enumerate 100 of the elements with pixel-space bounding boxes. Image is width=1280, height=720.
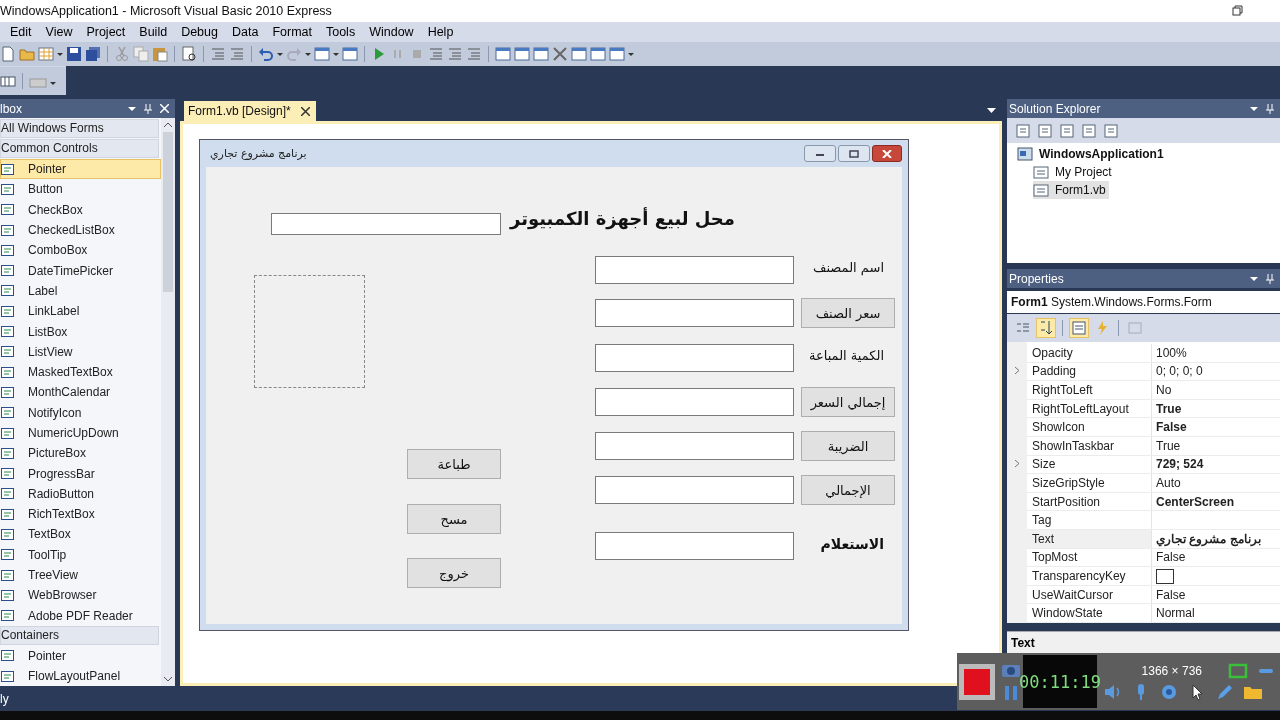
text-field[interactable]: [595, 432, 794, 460]
property-row[interactable]: TransparencyKey: [1027, 567, 1280, 586]
scrollbar[interactable]: [161, 118, 175, 686]
minimize-button[interactable]: [804, 145, 836, 162]
menu-item[interactable]: Format: [272, 25, 320, 39]
toolbox-item[interactable]: RadioButton: [0, 483, 161, 505]
property-value[interactable]: Auto: [1156, 475, 1181, 490]
form-button[interactable]: مسح: [407, 504, 501, 534]
property-value[interactable]: False: [1156, 420, 1187, 435]
text-field[interactable]: [595, 299, 794, 327]
form-button[interactable]: سعر الصنف: [801, 298, 895, 328]
dropdown-caret-icon[interactable]: [1250, 274, 1258, 283]
document-tab[interactable]: Form1.vb [Design]*: [184, 101, 316, 121]
toolbox-item[interactable]: Adobe PDF Reader: [0, 605, 161, 626]
toolbar-window-icon[interactable]: [1103, 122, 1119, 139]
property-value[interactable]: False: [1156, 587, 1186, 602]
alphabetical-button[interactable]: [1036, 318, 1056, 338]
text-field[interactable]: [595, 256, 794, 284]
property-row[interactable]: RightToLeft No: [1027, 381, 1280, 400]
menu-item[interactable]: Build: [139, 25, 176, 39]
tree-item[interactable]: WindowsApplication1: [1017, 145, 1167, 163]
form-button[interactable]: طباعة: [407, 449, 501, 479]
toolbox-item[interactable]: NotifyIcon: [0, 402, 161, 423]
property-row[interactable]: WindowState Normal: [1027, 604, 1280, 623]
toolbox-item[interactable]: ListView: [0, 341, 161, 362]
menu-item[interactable]: Tools: [325, 25, 364, 39]
toolbox-item[interactable]: RichTextBox: [0, 504, 161, 525]
property-value[interactable]: No: [1156, 383, 1172, 397]
window-icon[interactable]: [533, 46, 549, 62]
clipboard-icon[interactable]: [152, 46, 168, 62]
pin-icon[interactable]: [1266, 273, 1274, 284]
window-icon[interactable]: [590, 46, 606, 62]
grid-icon[interactable]: [0, 73, 16, 89]
toolbox-category[interactable]: Common Controls: [0, 139, 159, 158]
toolbox-item[interactable]: ToolTip: [0, 544, 161, 565]
property-row[interactable]: UseWaitCursor False: [1027, 585, 1280, 605]
document-icon[interactable]: [181, 46, 197, 62]
dropdown-caret-icon[interactable]: [1250, 104, 1258, 113]
toolbox-item[interactable]: CheckedListBox: [0, 219, 161, 241]
pin-icon[interactable]: [144, 103, 152, 114]
menu-item[interactable]: Project: [86, 25, 134, 39]
maximize-button[interactable]: [838, 145, 870, 162]
scroll-up-icon[interactable]: [164, 122, 172, 128]
save-icon[interactable]: [66, 46, 82, 62]
toolbox-item[interactable]: CheckBox: [0, 199, 161, 220]
toolbox-item[interactable]: Button: [0, 179, 161, 200]
form-button[interactable]: خروج: [407, 558, 501, 588]
toolbox-item[interactable]: MaskedTextBox: [0, 361, 161, 383]
toolbar-window-icon[interactable]: [1081, 122, 1097, 139]
menu-item[interactable]: View: [45, 25, 81, 39]
toolbox-category[interactable]: Containers: [0, 625, 159, 645]
property-row[interactable]: ShowInTaskbar True: [1027, 436, 1280, 456]
property-value[interactable]: برنامج مشروع تجاري: [1156, 531, 1261, 546]
window-icon[interactable]: [571, 46, 587, 62]
properties-button[interactable]: [1069, 318, 1089, 338]
window-icon[interactable]: [314, 46, 330, 62]
property-value[interactable]: Normal: [1156, 606, 1195, 621]
folder-icon[interactable]: [19, 46, 35, 62]
menu-item[interactable]: Data: [231, 25, 267, 39]
toolbar-window-icon[interactable]: [1059, 122, 1075, 139]
property-row[interactable]: StartPosition CenterScreen: [1027, 492, 1280, 512]
window-icon[interactable]: [609, 46, 625, 62]
tree-item[interactable]: My Project: [1033, 163, 1115, 181]
menu-item[interactable]: Edit: [10, 25, 40, 39]
menu-item[interactable]: Help: [427, 25, 462, 39]
property-value[interactable]: True: [1156, 438, 1181, 453]
text-field[interactable]: [595, 476, 794, 504]
toolbox-item[interactable]: TreeView: [0, 564, 161, 586]
menu-item[interactable]: Debug: [181, 25, 226, 39]
undo-icon[interactable]: [258, 46, 274, 62]
save-all-icon[interactable]: [85, 46, 101, 62]
toolbar-window-icon[interactable]: [1015, 122, 1031, 139]
property-row[interactable]: SizeGripStyle Auto: [1027, 474, 1280, 493]
form-button[interactable]: الضريبة: [801, 431, 895, 461]
toolbox-item[interactable]: Pointer: [0, 159, 161, 180]
toolbox-item[interactable]: NumericUpDown: [0, 422, 161, 444]
toolbox-item[interactable]: ProgressBar: [0, 463, 161, 484]
property-row[interactable]: Opacity 100%: [1027, 344, 1280, 363]
scroll-down-icon[interactable]: [164, 676, 172, 682]
property-value[interactable]: 100%: [1156, 345, 1187, 360]
restore-icon[interactable]: [1232, 5, 1244, 17]
object-selector[interactable]: Form1 System.Windows.Forms.Form: [1007, 291, 1280, 313]
toolbox-item[interactable]: ComboBox: [0, 240, 161, 261]
dropdown-caret-icon[interactable]: [987, 108, 996, 114]
window-icon[interactable]: [514, 46, 530, 62]
menu-item[interactable]: Window: [369, 25, 422, 39]
toolbox-item[interactable]: MonthCalendar: [0, 382, 161, 403]
new-file-icon[interactable]: [0, 46, 16, 62]
form-button[interactable]: الإجمالي: [801, 475, 895, 505]
text-field[interactable]: [595, 532, 794, 560]
toolbox-item[interactable]: LinkLabel: [0, 301, 161, 322]
frame-icon[interactable]: [1228, 662, 1248, 679]
property-row[interactable]: ShowIcon False: [1027, 418, 1280, 437]
property-row[interactable]: Padding 0; 0; 0; 0: [1027, 362, 1280, 382]
toolbox-item[interactable]: Pointer: [0, 645, 161, 667]
stop-record-button[interactable]: [959, 663, 995, 700]
property-row[interactable]: RightToLeftLayout True: [1027, 399, 1280, 419]
form-button[interactable]: إجمالي السعر: [801, 387, 895, 417]
toolbox-item[interactable]: Label: [0, 280, 161, 302]
property-value[interactable]: 729; 524: [1156, 457, 1204, 472]
